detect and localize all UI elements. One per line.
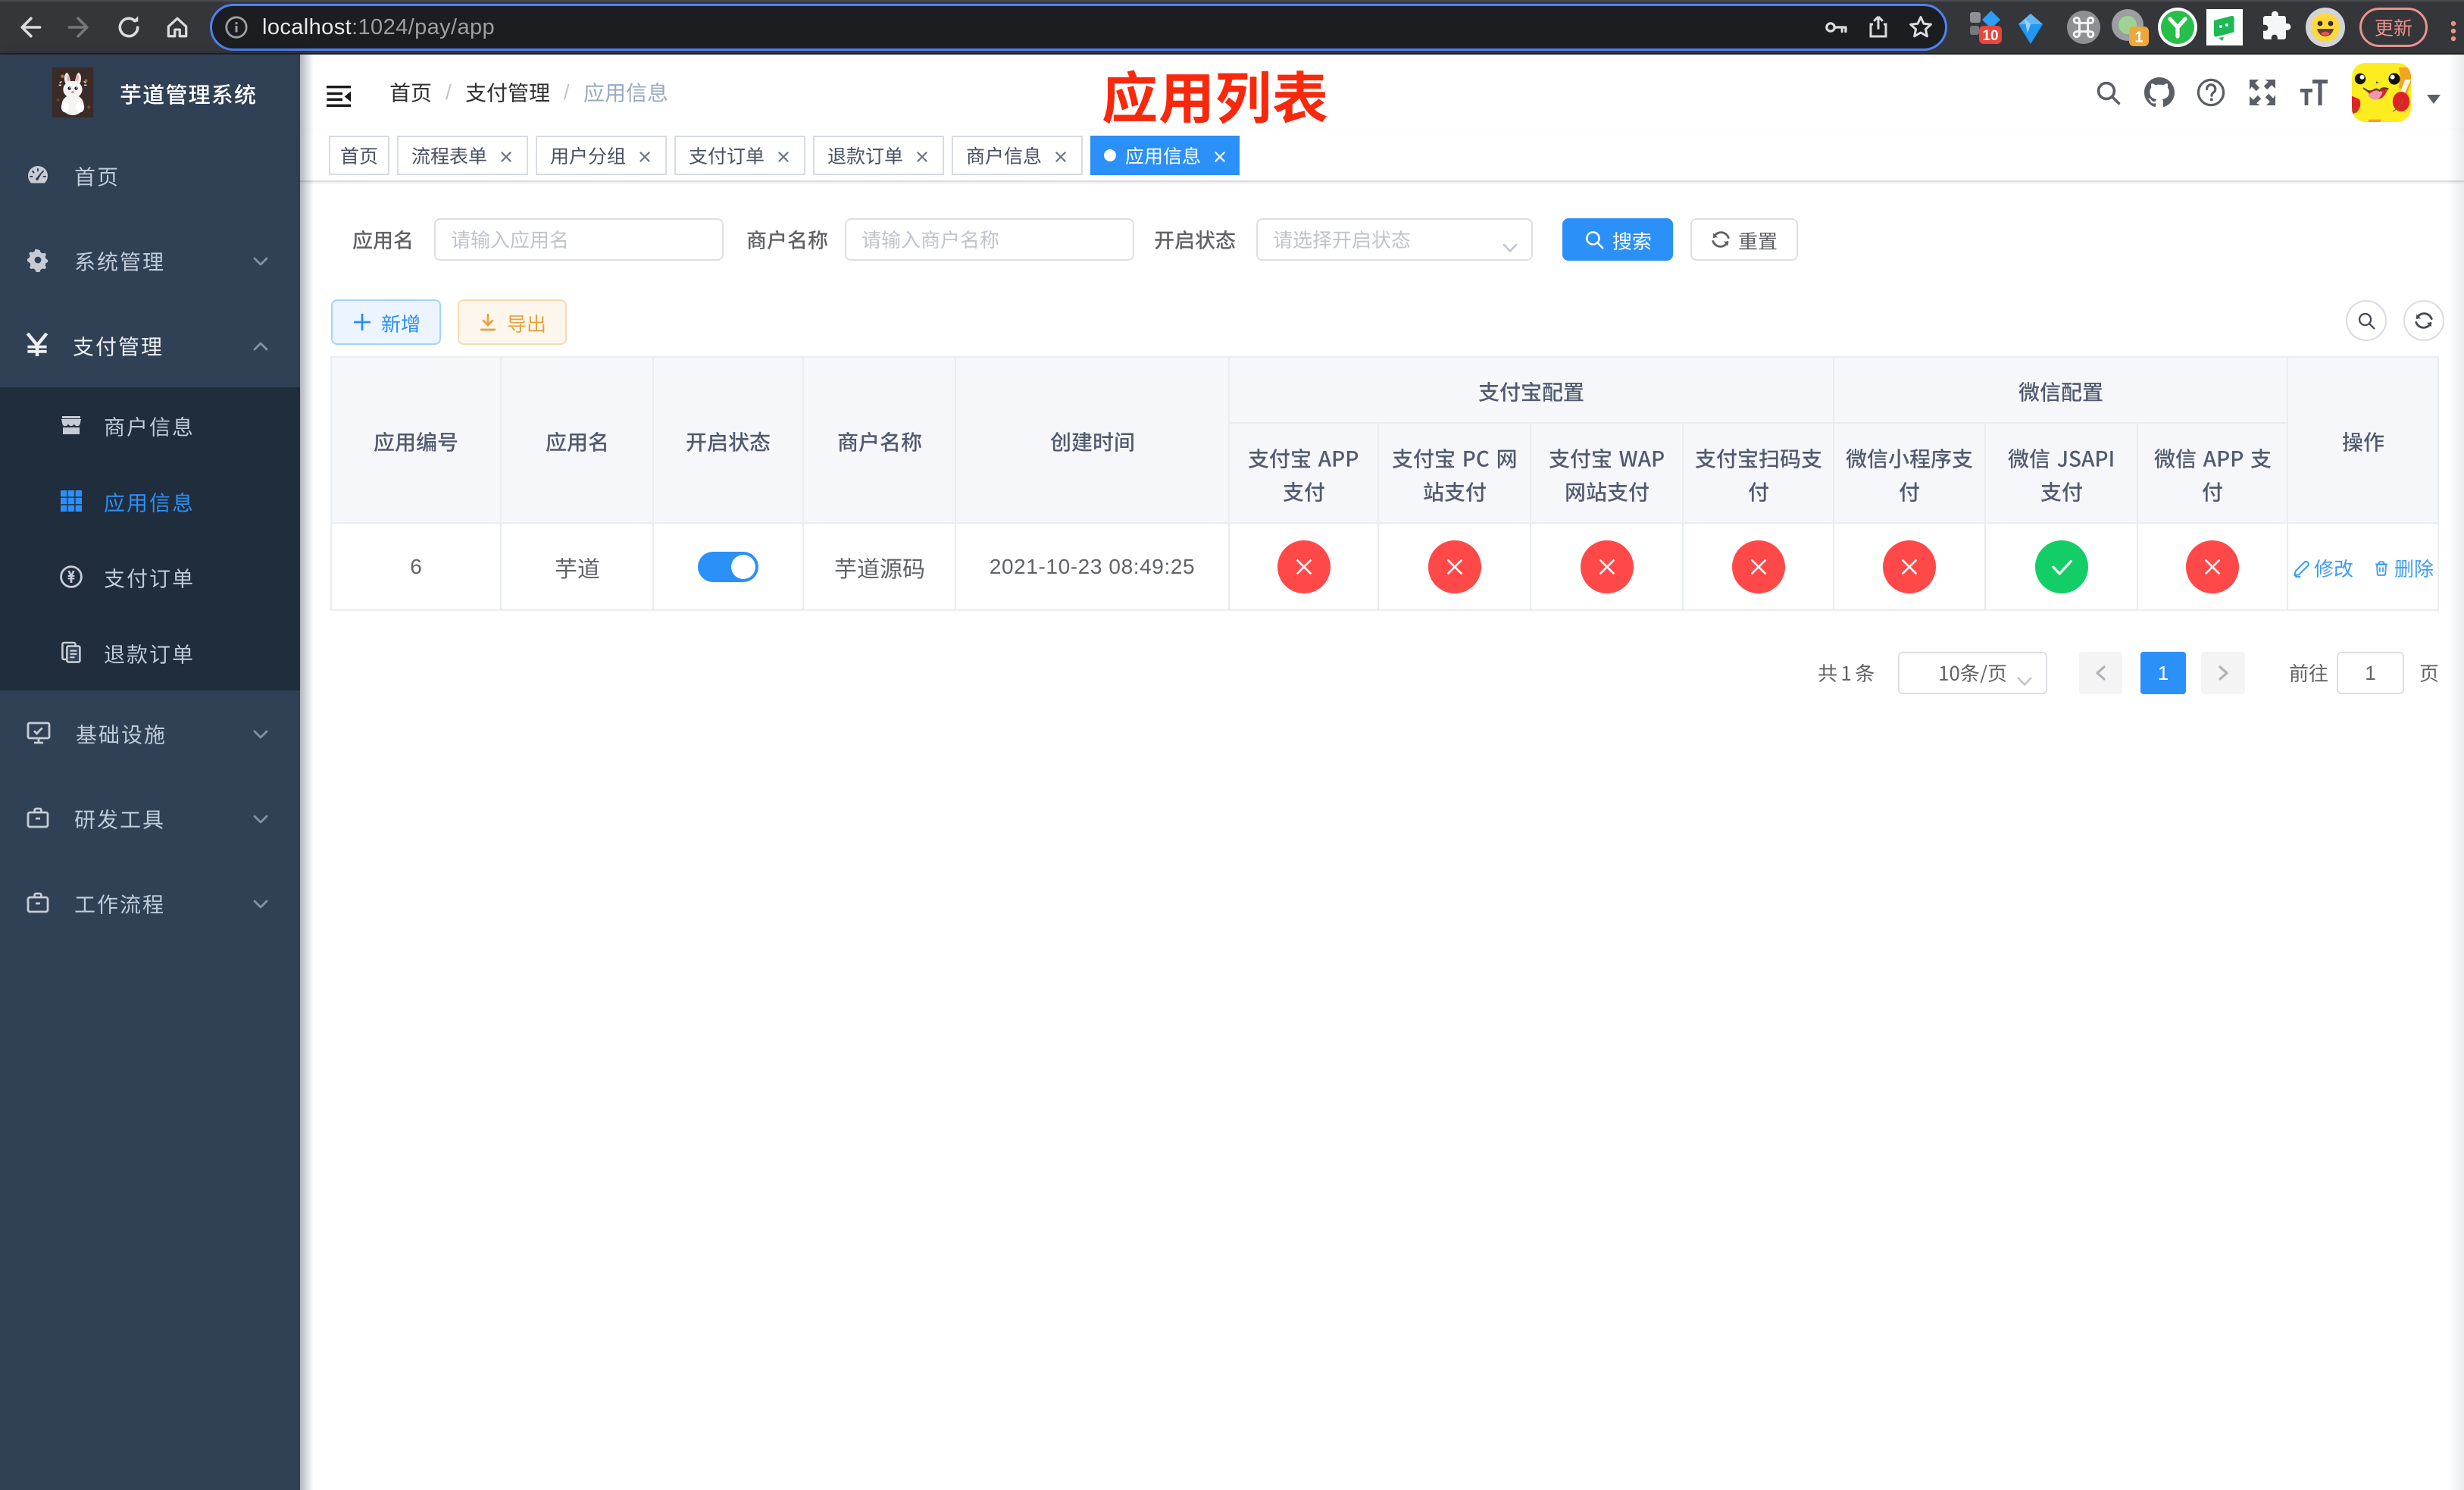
svg-text:10: 10 [1982, 28, 1998, 44]
svg-text:1: 1 [2134, 29, 2143, 45]
